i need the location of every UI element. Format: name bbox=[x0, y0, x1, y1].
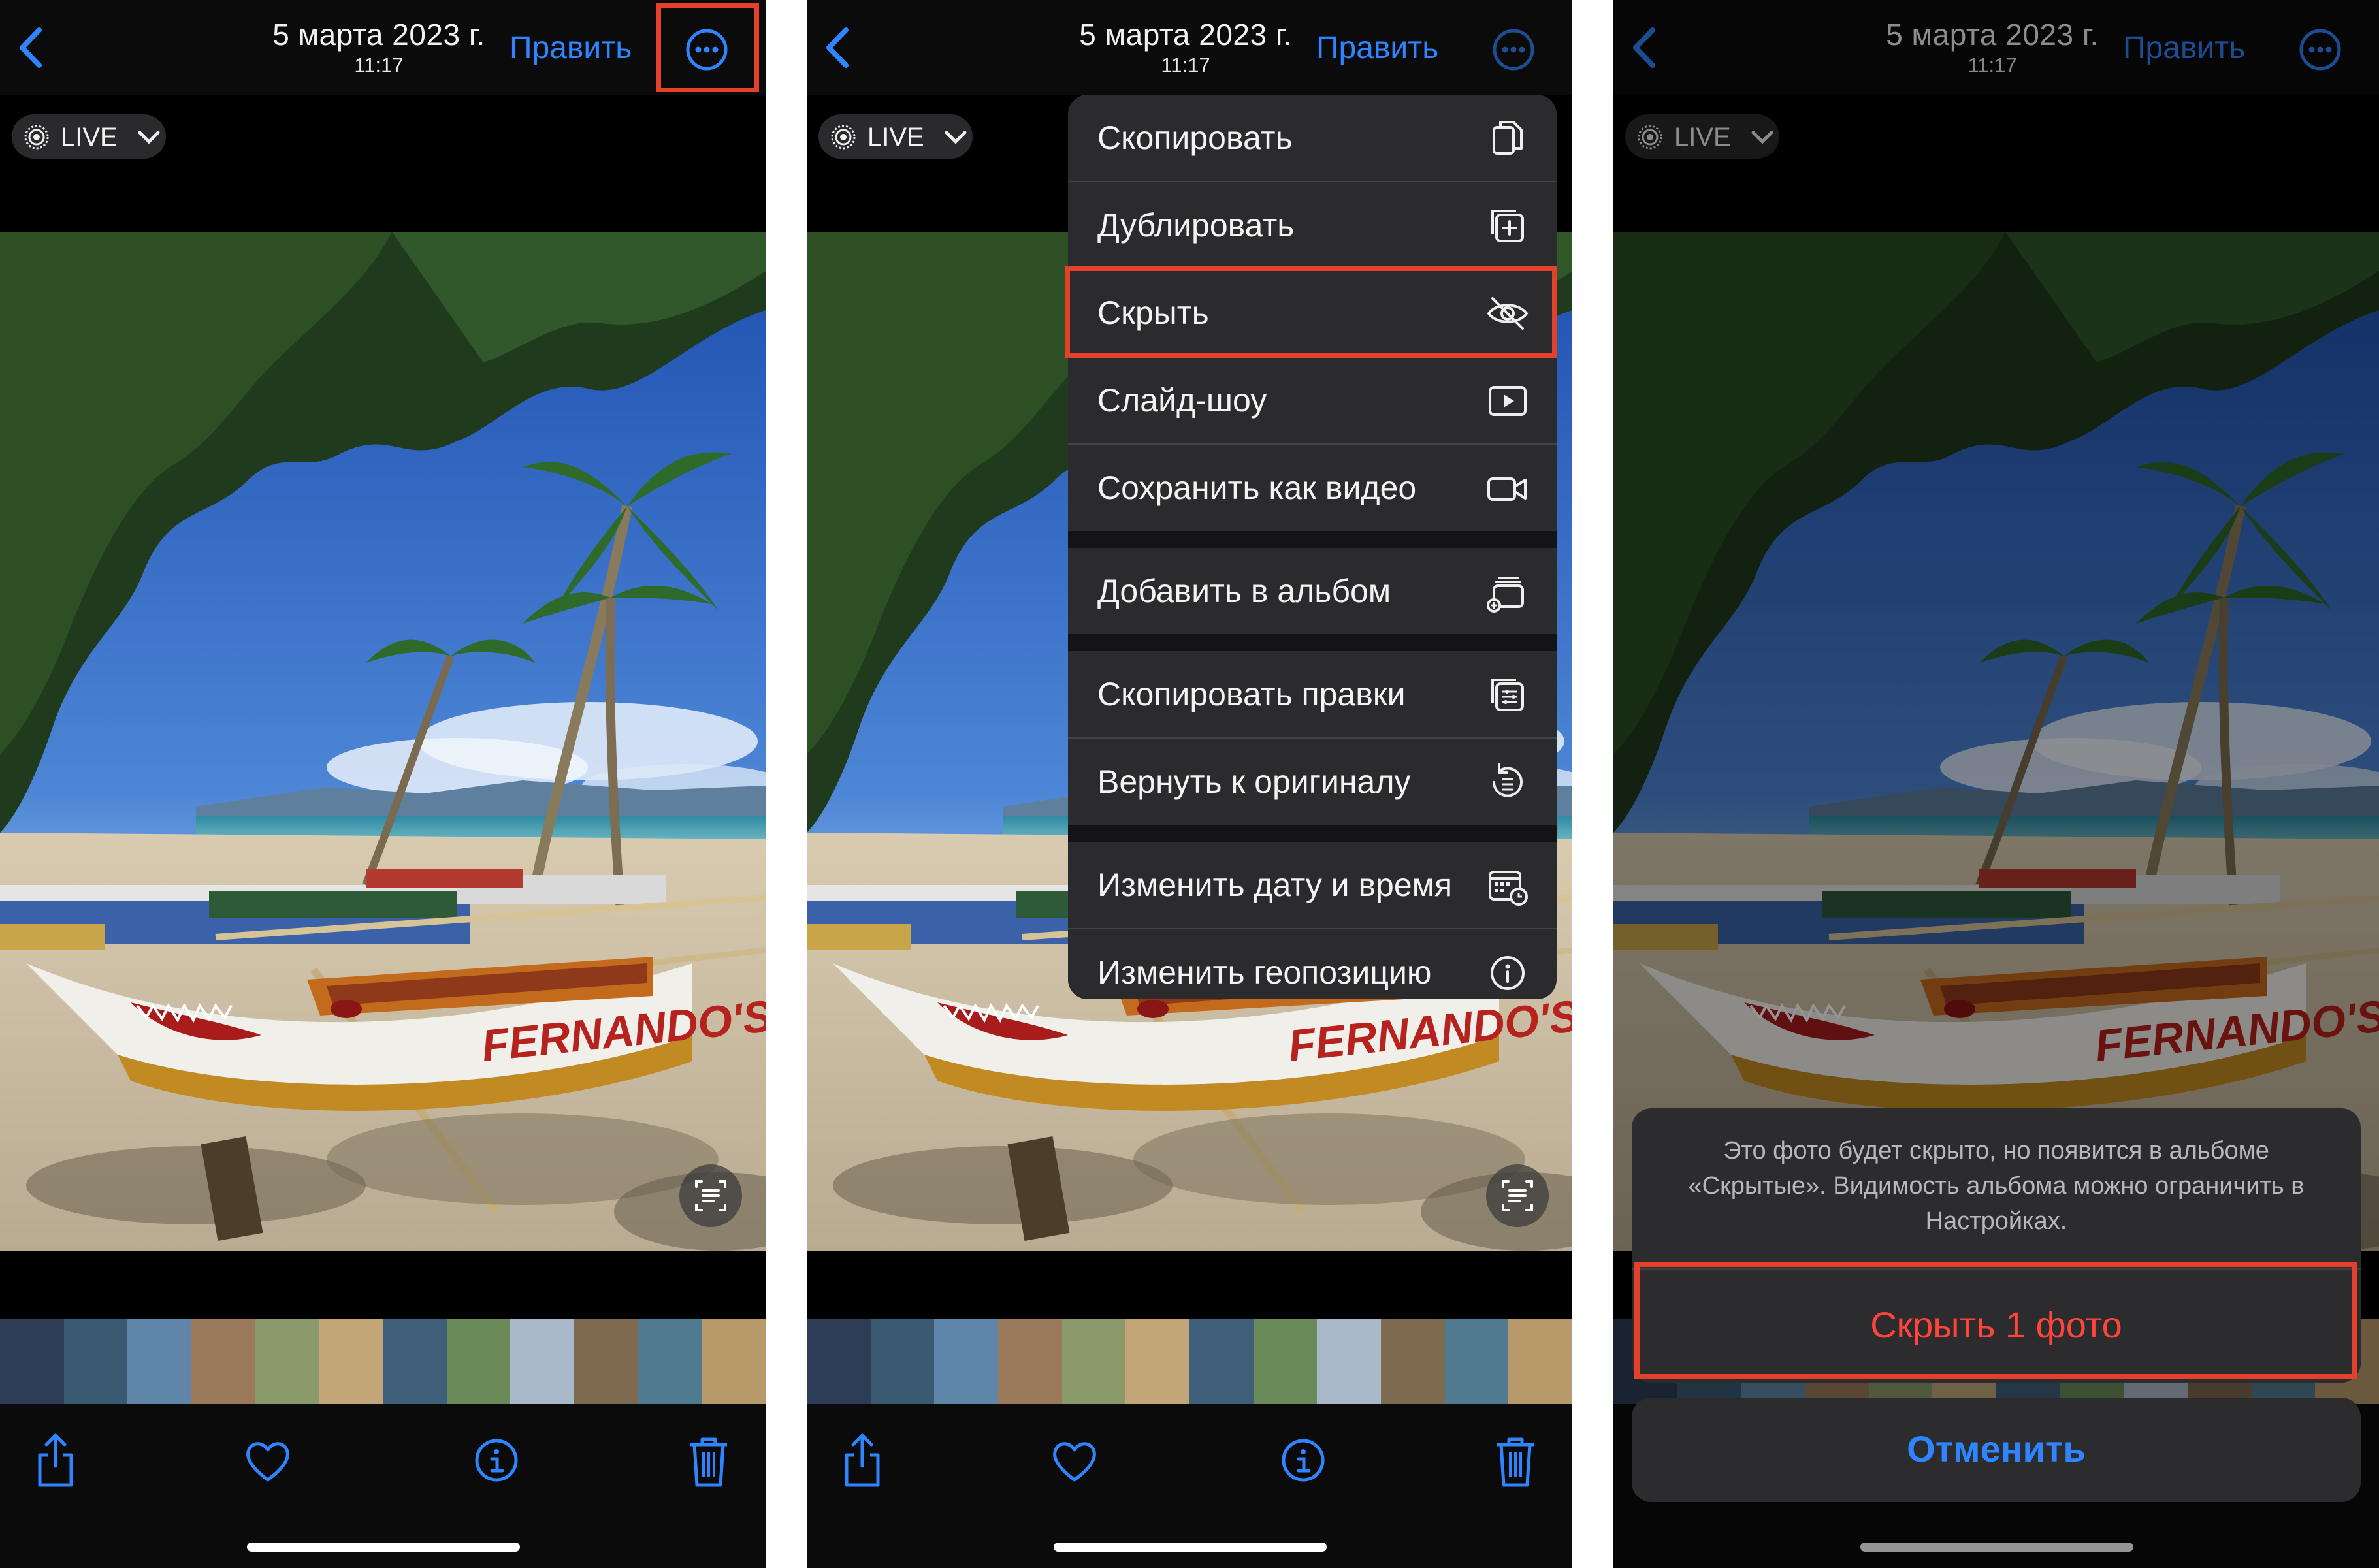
live-label: LIVE bbox=[867, 123, 924, 152]
live-text-button[interactable] bbox=[1486, 1164, 1549, 1227]
menu-item-change-location[interactable]: Изменить геопозицию bbox=[1068, 929, 1557, 999]
photo[interactable] bbox=[0, 232, 766, 1251]
photo-viewer-panel-2: 5 марта 2023 г. 11:17 Править LIVE Скопи… bbox=[807, 0, 1572, 1568]
menu-group-gap bbox=[1068, 531, 1557, 548]
menu-group-gap bbox=[1068, 825, 1557, 842]
photo-date: 5 марта 2023 г. bbox=[1079, 18, 1292, 52]
play-icon bbox=[1489, 386, 1527, 416]
live-photo-icon bbox=[24, 125, 49, 150]
menu-item-label: Вернуть к оригиналу bbox=[1097, 763, 1411, 800]
more-options-icon[interactable] bbox=[1491, 27, 1536, 72]
revert-icon bbox=[1493, 763, 1523, 797]
thumbnail-strip[interactable] bbox=[807, 1319, 1572, 1404]
heart-icon[interactable] bbox=[242, 1430, 294, 1489]
menu-item-copy[interactable]: Скопировать bbox=[1068, 95, 1557, 181]
beach-photo bbox=[0, 232, 766, 1251]
home-indicator bbox=[247, 1543, 520, 1552]
menu-item-duplicate[interactable]: Дублировать bbox=[1068, 182, 1557, 268]
cancel-button[interactable]: Отменить bbox=[1632, 1398, 2361, 1502]
menu-item-slideshow[interactable]: Слайд-шоу bbox=[1068, 357, 1557, 443]
live-label: LIVE bbox=[61, 123, 118, 152]
highlight-more-button bbox=[656, 3, 759, 92]
header: 5 марта 2023 г. 11:17 Править bbox=[0, 0, 766, 95]
add-to-album-icon bbox=[1487, 577, 1524, 613]
photo-date: 5 марта 2023 г. bbox=[272, 18, 485, 52]
edit-button[interactable]: Править bbox=[1316, 30, 1438, 66]
calendar-icon bbox=[1489, 871, 1528, 906]
highlight-hide-item bbox=[1065, 266, 1557, 358]
menu-item-label: Сохранить как видео bbox=[1097, 470, 1417, 506]
info-location-icon bbox=[1491, 956, 1525, 990]
trash-icon[interactable] bbox=[683, 1430, 735, 1489]
back-chevron-icon[interactable] bbox=[821, 25, 854, 71]
menu-item-label: Добавить в альбом bbox=[1097, 573, 1391, 609]
photo-viewer-panel-1: 5 марта 2023 г. 11:17 Править LIVE bbox=[0, 0, 766, 1568]
live-photo-toggle[interactable]: LIVE bbox=[12, 114, 166, 159]
live-photo-toggle[interactable]: LIVE bbox=[818, 114, 973, 159]
menu-item-label: Дублировать bbox=[1097, 207, 1295, 244]
action-sheet-message: Это фото будет скрыто, но появится в аль… bbox=[1688, 1137, 2305, 1235]
menu-item-revert[interactable]: Вернуть к оригиналу bbox=[1068, 739, 1557, 825]
edit-button[interactable]: Править bbox=[510, 30, 632, 66]
cancel-label: Отменить bbox=[1907, 1428, 2086, 1469]
copy-edits-icon bbox=[1491, 679, 1524, 711]
highlight-hide-photo-button bbox=[1634, 1262, 2357, 1379]
context-menu: Скопировать Дублировать Скрыть Слайд-шоу… bbox=[1068, 95, 1557, 999]
share-icon[interactable] bbox=[836, 1430, 888, 1489]
live-text-button[interactable] bbox=[679, 1164, 742, 1227]
thumbnail-strip[interactable] bbox=[0, 1319, 766, 1404]
chevron-down-icon bbox=[945, 131, 967, 144]
info-icon[interactable] bbox=[470, 1430, 523, 1489]
chevron-down-icon bbox=[138, 131, 160, 144]
live-text-icon bbox=[695, 1180, 726, 1211]
home-indicator bbox=[1054, 1543, 1327, 1552]
share-icon[interactable] bbox=[29, 1430, 82, 1489]
menu-item-label: Скопировать bbox=[1097, 120, 1293, 156]
back-chevron-icon[interactable] bbox=[14, 25, 47, 71]
menu-item-label: Изменить геопозицию bbox=[1097, 954, 1432, 991]
heart-icon[interactable] bbox=[1048, 1430, 1101, 1489]
photo-viewer-panel-3: 5 марта 2023 г. 11:17 Править LIVE Это ф… bbox=[1613, 0, 2379, 1568]
duplicate-icon bbox=[1491, 210, 1524, 242]
copy-icon bbox=[1493, 121, 1523, 155]
live-text-icon bbox=[1502, 1180, 1533, 1211]
info-icon[interactable] bbox=[1277, 1430, 1329, 1489]
header: 5 марта 2023 г. 11:17 Править bbox=[807, 0, 1572, 95]
menu-item-change-date[interactable]: Изменить дату и время bbox=[1068, 842, 1557, 928]
menu-item-save-as-video[interactable]: Сохранить как видео bbox=[1068, 445, 1557, 531]
menu-item-add-to-album[interactable]: Добавить в альбом bbox=[1068, 548, 1557, 634]
menu-item-copy-edits[interactable]: Скопировать правки bbox=[1068, 651, 1557, 737]
photo-time: 11:17 bbox=[354, 54, 404, 76]
video-icon bbox=[1487, 477, 1527, 501]
menu-item-label: Скопировать правки bbox=[1097, 676, 1406, 712]
photo-time: 11:17 bbox=[1161, 54, 1210, 76]
trash-icon[interactable] bbox=[1489, 1430, 1542, 1489]
menu-item-label: Изменить дату и время bbox=[1097, 867, 1453, 903]
menu-group-gap bbox=[1068, 634, 1557, 651]
live-photo-icon bbox=[831, 125, 856, 150]
menu-item-label: Слайд-шоу bbox=[1097, 382, 1267, 419]
